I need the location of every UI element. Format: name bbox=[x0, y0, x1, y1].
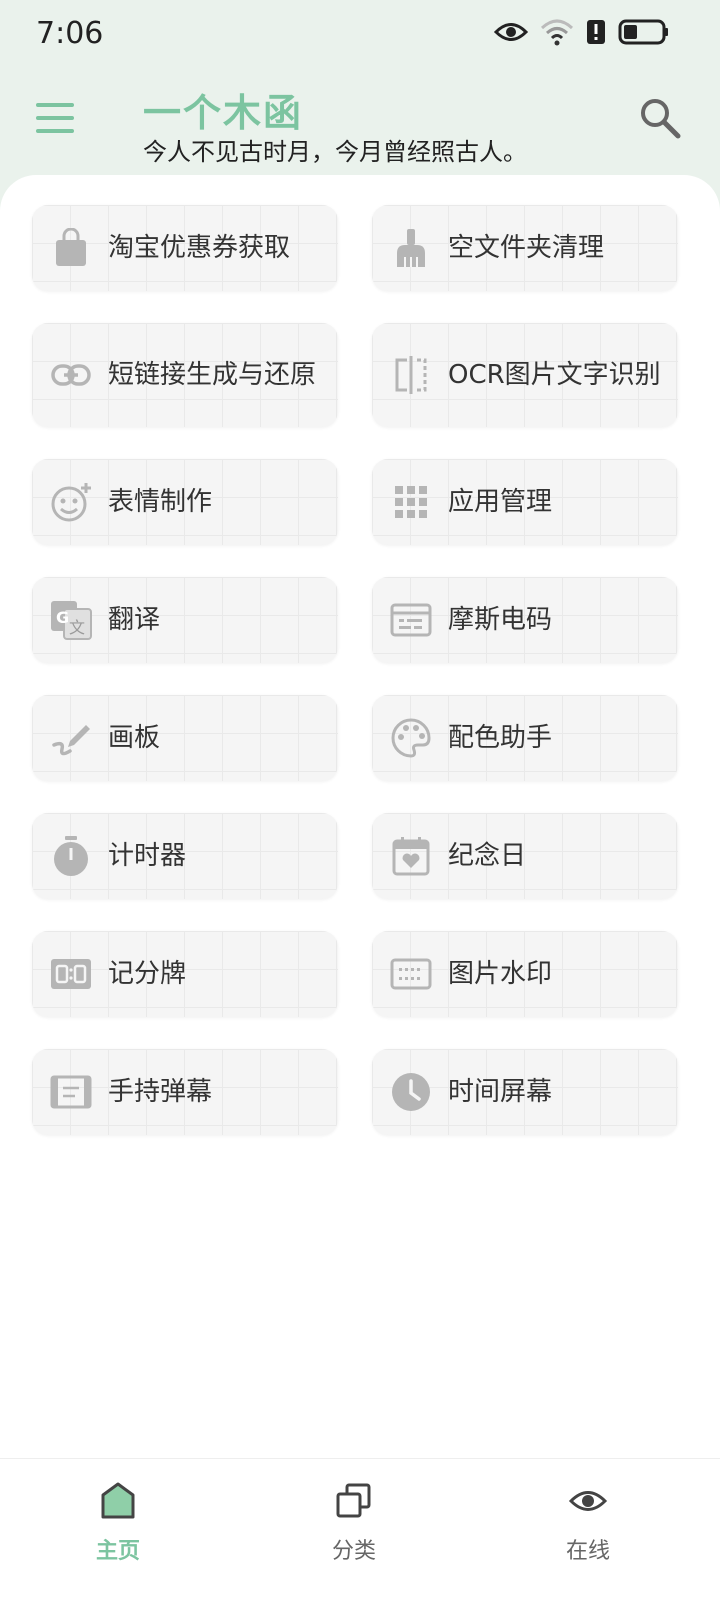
tool-card-ocr[interactable]: OCR图片文字识别 bbox=[372, 323, 678, 427]
tool-label: 表情制作 bbox=[108, 487, 213, 517]
tool-label: 图片水印 bbox=[448, 959, 553, 989]
eye-icon bbox=[568, 1491, 608, 1511]
nav-label: 分类 bbox=[331, 1539, 376, 1564]
watermark-icon bbox=[390, 953, 432, 995]
tool-card-image-watermark[interactable]: 图片水印 bbox=[372, 931, 678, 1017]
tool-label: 淘宝优惠券获取 bbox=[108, 233, 291, 263]
tool-label: 时间屏幕 bbox=[448, 1077, 553, 1107]
tool-label: 计时器 bbox=[108, 841, 187, 871]
tools-grid: 淘宝优惠券获取 空文件夹清理 短链接生成与还原 OCR图片文字识别 表情制作 应… bbox=[32, 205, 688, 1167]
broom-icon bbox=[390, 227, 432, 269]
tool-label: 短链接生成与还原 bbox=[108, 360, 317, 390]
nav-label: 在线 bbox=[565, 1539, 610, 1564]
category-icon bbox=[336, 1483, 371, 1518]
tool-card-time-screen[interactable]: 时间屏幕 bbox=[372, 1049, 678, 1135]
tool-label: 摩斯电码 bbox=[448, 605, 553, 635]
barrage-icon bbox=[50, 1071, 92, 1113]
stopwatch-icon bbox=[50, 835, 92, 877]
tool-label: 画板 bbox=[108, 723, 161, 753]
nav-label: 主页 bbox=[95, 1539, 140, 1564]
clock-icon bbox=[390, 1071, 432, 1113]
eye-icon bbox=[494, 23, 528, 41]
tool-card-translate[interactable]: G文 翻译 bbox=[32, 577, 338, 663]
svg-text:文: 文 bbox=[69, 618, 85, 637]
svg-text:G: G bbox=[56, 608, 69, 627]
palette-icon bbox=[390, 717, 432, 759]
tool-card-app-manager[interactable]: 应用管理 bbox=[372, 459, 678, 545]
tool-card-morse-code[interactable]: 摩斯电码 bbox=[372, 577, 678, 663]
menu-icon[interactable] bbox=[34, 98, 76, 138]
app-subtitle: 今人不见古时月，今月曾经照古人。 bbox=[143, 138, 527, 166]
tool-card-drawing-board[interactable]: 画板 bbox=[32, 695, 338, 781]
tool-label: OCR图片文字识别 bbox=[448, 360, 661, 390]
tool-label: 记分牌 bbox=[108, 959, 187, 989]
alert-icon bbox=[587, 20, 605, 44]
tool-card-scoreboard[interactable]: 记分牌 bbox=[32, 931, 338, 1017]
tools-sheet: 淘宝优惠券获取 空文件夹清理 短链接生成与还原 OCR图片文字识别 表情制作 应… bbox=[0, 175, 720, 1475]
nav-home[interactable]: 主页 bbox=[48, 1481, 188, 1565]
app-title: 一个木函 bbox=[143, 91, 304, 135]
tool-card-handheld-barrage[interactable]: 手持弹幕 bbox=[32, 1049, 338, 1135]
status-icons bbox=[494, 18, 670, 46]
tool-card-empty-folder-clean[interactable]: 空文件夹清理 bbox=[372, 205, 678, 291]
bottom-nav: 主页 分类 在线 bbox=[0, 1458, 720, 1601]
link-icon bbox=[50, 354, 92, 396]
wifi-icon bbox=[540, 19, 574, 46]
tool-card-color-helper[interactable]: 配色助手 bbox=[372, 695, 678, 781]
nav-category[interactable]: 分类 bbox=[284, 1481, 424, 1565]
translate-icon: G文 bbox=[50, 599, 92, 641]
battery-icon bbox=[618, 19, 668, 45]
tool-card-taobao-coupon[interactable]: 淘宝优惠券获取 bbox=[32, 205, 338, 291]
search-icon[interactable] bbox=[638, 96, 682, 140]
draw-icon bbox=[50, 717, 92, 759]
status-time: 7:06 bbox=[36, 16, 104, 51]
tool-label: 纪念日 bbox=[448, 841, 527, 871]
tool-card-emoji-maker[interactable]: 表情制作 bbox=[32, 459, 338, 545]
tool-label: 翻译 bbox=[108, 605, 161, 635]
tool-card-timer[interactable]: 计时器 bbox=[32, 813, 338, 899]
tool-card-short-link[interactable]: 短链接生成与还原 bbox=[32, 323, 338, 427]
apps-grid-icon bbox=[390, 481, 432, 523]
tool-label: 空文件夹清理 bbox=[448, 233, 605, 263]
scoreboard-icon bbox=[50, 953, 92, 995]
nav-online[interactable]: 在线 bbox=[518, 1481, 658, 1565]
emoji-add-icon bbox=[50, 481, 92, 523]
tool-label: 应用管理 bbox=[448, 487, 553, 517]
shopping-bag-icon bbox=[50, 227, 92, 269]
app-bar: 一个木函 今人不见古时月，今月曾经照古人。 bbox=[0, 70, 720, 180]
tool-label: 配色助手 bbox=[448, 723, 553, 753]
home-icon bbox=[101, 1482, 135, 1519]
status-bar: 7:06 bbox=[0, 0, 720, 70]
morse-card-icon bbox=[390, 599, 432, 641]
tool-card-anniversary[interactable]: 纪念日 bbox=[372, 813, 678, 899]
tool-label: 手持弹幕 bbox=[108, 1077, 213, 1107]
calendar-heart-icon bbox=[390, 835, 432, 877]
ocr-scan-icon bbox=[390, 354, 432, 396]
